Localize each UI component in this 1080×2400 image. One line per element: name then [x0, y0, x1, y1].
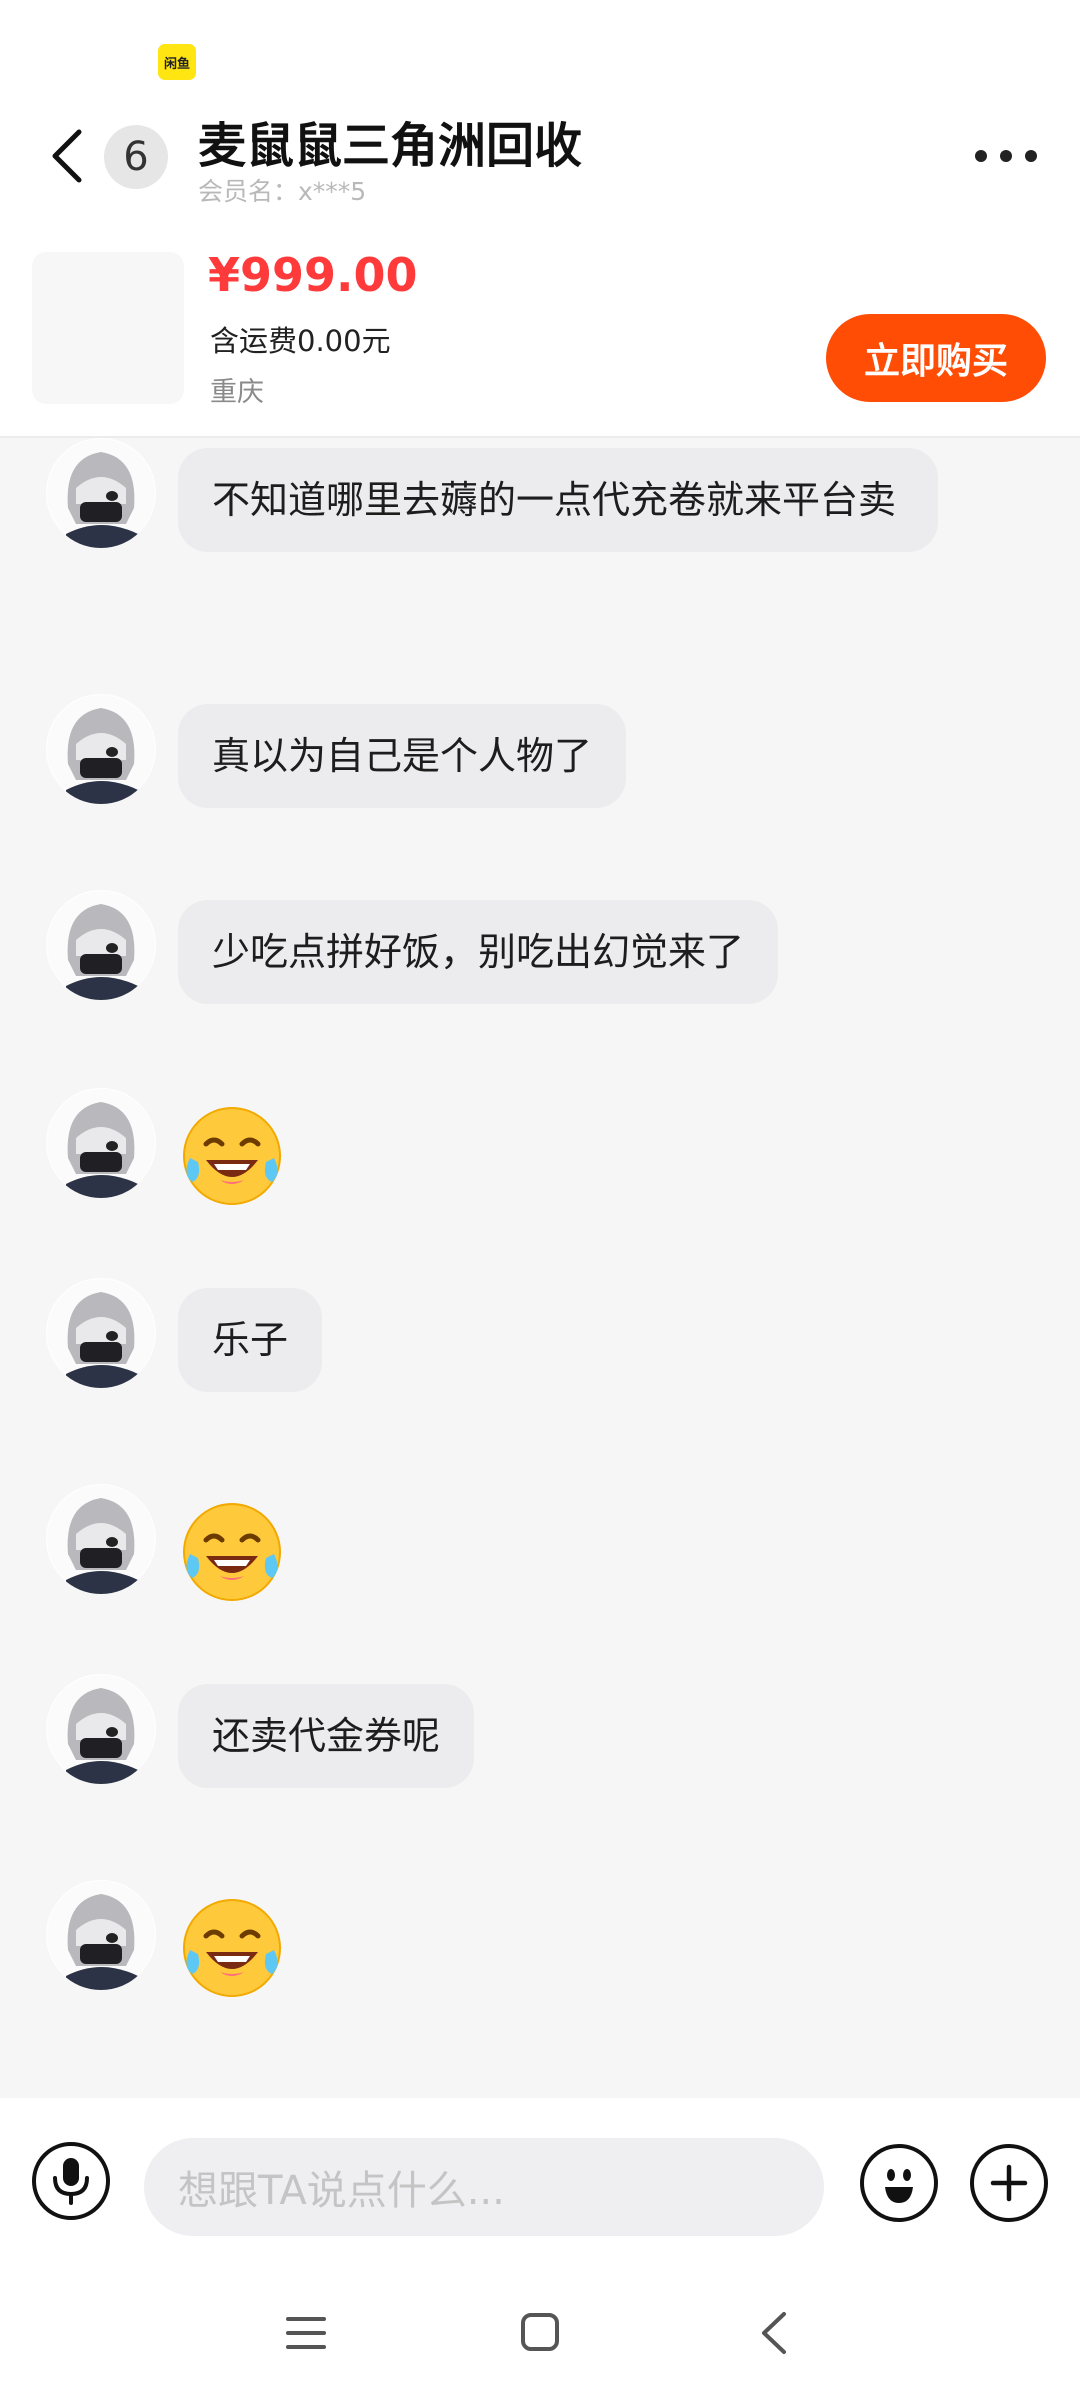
system-back-icon[interactable]: [756, 2310, 790, 2356]
shipping-fee: 含运费0.00元: [210, 324, 391, 358]
emoji-button[interactable]: [860, 2144, 938, 2222]
chat-header: 闲鱼 6 麦鼠鼠三角洲回收 会员名：x***5 ¥999.00 含运费0.00元…: [0, 0, 1080, 438]
message-list[interactable]: 不知道哪里去薅的一点代充卷就来平台卖 真以为自己是个人物了 少吃点拼好饭，别吃出…: [0, 438, 1080, 2098]
message-bubble[interactable]: 还卖代金券呢: [178, 1684, 475, 1788]
dot-icon: [1000, 150, 1012, 162]
dot-icon: [1025, 150, 1037, 162]
page-title[interactable]: 麦鼠鼠三角洲回收: [198, 106, 582, 176]
avatar[interactable]: [46, 1088, 156, 1198]
avatar[interactable]: [46, 438, 156, 548]
message-input[interactable]: 想跟TA说点什么...: [144, 2138, 824, 2236]
recent-apps-menu-icon[interactable]: [286, 2313, 326, 2353]
member-name: 会员名：x***5: [198, 177, 367, 206]
tears-of-joy-emoji-icon[interactable]: [180, 1104, 284, 1208]
dot-icon: [975, 150, 987, 162]
plus-icon: [990, 2164, 1028, 2202]
tears-of-joy-emoji-icon[interactable]: [180, 1500, 284, 1604]
message-bubble[interactable]: 少吃点拼好饭，别吃出幻觉来了: [178, 900, 779, 1004]
message-bubble[interactable]: 真以为自己是个人物了: [178, 704, 627, 808]
app-status-badge: 闲鱼: [158, 44, 196, 80]
avatar[interactable]: [46, 890, 156, 1000]
message-input-placeholder: 想跟TA说点什么...: [178, 2168, 505, 2214]
chevron-left-icon: [52, 129, 82, 183]
back-button[interactable]: [38, 120, 94, 192]
avatar[interactable]: [46, 1278, 156, 1388]
seller-location: 重庆: [210, 377, 264, 408]
avatar[interactable]: [46, 694, 156, 804]
product-price: ¥999.00: [208, 248, 418, 302]
smiley-icon: [885, 2169, 913, 2203]
avatar[interactable]: [46, 1484, 156, 1594]
product-thumbnail[interactable]: [32, 252, 184, 404]
more-options-button[interactable]: [975, 132, 1037, 180]
more-actions-button[interactable]: [970, 2144, 1048, 2222]
message-bubble[interactable]: 不知道哪里去薅的一点代充卷就来平台卖: [178, 448, 938, 552]
voice-input-button[interactable]: [32, 2142, 110, 2220]
unread-count-badge[interactable]: 6: [104, 125, 168, 189]
buy-now-button[interactable]: 立即购买: [826, 314, 1046, 402]
avatar[interactable]: [46, 1674, 156, 1784]
microphone-icon: [53, 2158, 89, 2205]
home-icon[interactable]: [520, 2312, 560, 2352]
avatar[interactable]: [46, 1880, 156, 1990]
message-bubble[interactable]: 乐子: [178, 1288, 323, 1392]
tears-of-joy-emoji-icon[interactable]: [180, 1896, 284, 2000]
